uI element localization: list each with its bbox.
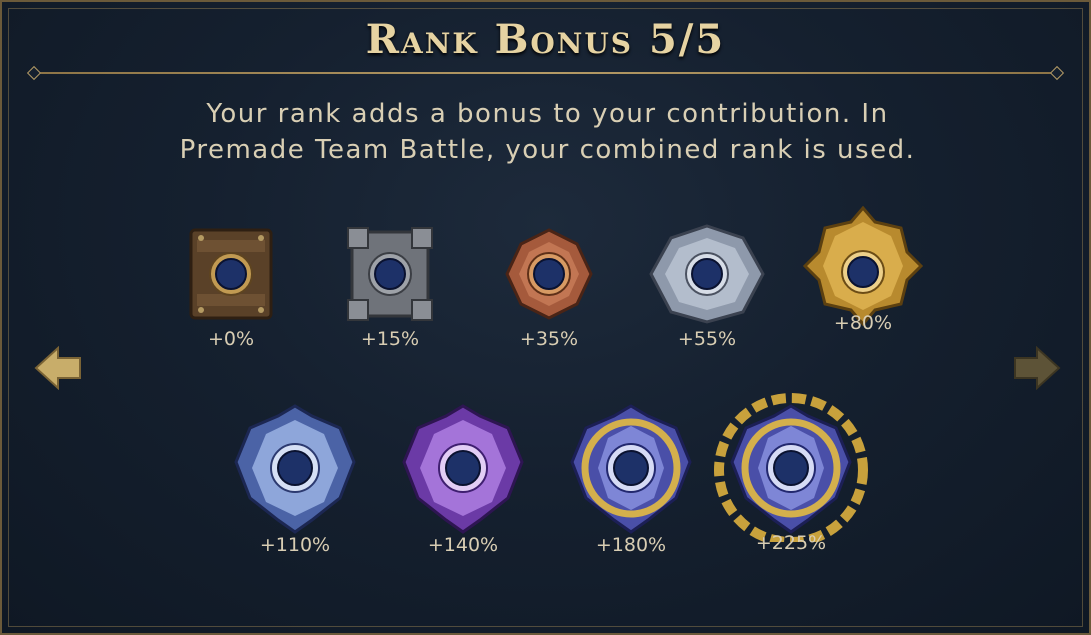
rank-stone[interactable]: +15% bbox=[315, 222, 465, 350]
left-arrow-icon[interactable] bbox=[34, 346, 82, 390]
rank-bonus-value: +0% bbox=[207, 328, 255, 350]
rank-silver[interactable]: +55% bbox=[632, 222, 782, 350]
rank-platinum[interactable]: +110% bbox=[220, 402, 370, 556]
bronze-rank-emblem-icon bbox=[505, 228, 593, 320]
rank-grandmaster[interactable]: +225% bbox=[708, 392, 874, 554]
rank-bonus-value: +110% bbox=[259, 534, 331, 556]
rank-bronze[interactable]: +35% bbox=[474, 222, 624, 350]
right-arrow-icon[interactable] bbox=[1013, 346, 1061, 390]
rank-bonus-panel: Rank Bonus 5/5 Your rank adds a bonus to… bbox=[0, 0, 1091, 635]
description: Your rank adds a bonus to your contribut… bbox=[102, 96, 993, 168]
title-bar: Rank Bonus 5/5 bbox=[2, 2, 1089, 72]
amethyst-rank-emblem-icon bbox=[402, 404, 524, 534]
description-line-2: Premade Team Battle, your combined rank … bbox=[179, 135, 916, 165]
rank-master[interactable]: +180% bbox=[556, 402, 706, 556]
rank-bonus-value: +180% bbox=[595, 534, 667, 556]
silver-rank-emblem-icon bbox=[649, 224, 765, 324]
wood-rank-emblem-icon bbox=[189, 228, 273, 320]
rank-amethyst[interactable]: +140% bbox=[388, 402, 538, 556]
title-divider bbox=[32, 72, 1059, 74]
rank-bonus-value: +80% bbox=[833, 312, 893, 334]
panel-title: Rank Bonus 5/5 bbox=[365, 16, 726, 63]
description-line-1: Your rank adds a bonus to your contribut… bbox=[206, 99, 889, 129]
rank-bonus-value: +55% bbox=[677, 328, 737, 350]
master-rank-emblem-icon bbox=[570, 404, 692, 534]
rank-gold[interactable]: +80% bbox=[788, 206, 938, 334]
gold-rank-emblem-icon bbox=[803, 206, 923, 326]
platinum-rank-emblem-icon bbox=[234, 404, 356, 534]
rank-bonus-value: +15% bbox=[360, 328, 420, 350]
grandmaster-rank-emblem-icon bbox=[714, 393, 868, 542]
rank-bonus-value: +225% bbox=[755, 532, 827, 554]
rank-bonus-value: +140% bbox=[427, 534, 499, 556]
rank-bonus-value: +35% bbox=[519, 328, 579, 350]
stone-rank-emblem-icon bbox=[347, 227, 433, 321]
rank-wood[interactable]: +0% bbox=[156, 222, 306, 350]
